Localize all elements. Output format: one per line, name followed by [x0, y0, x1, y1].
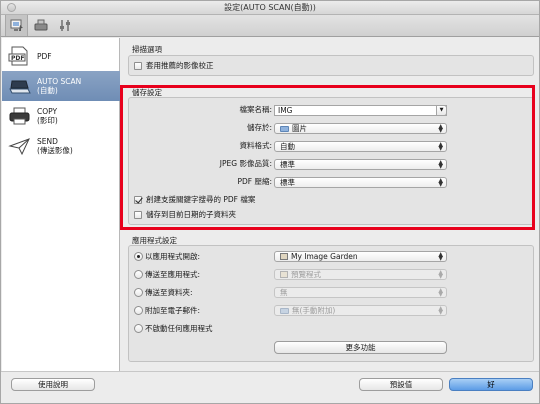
stepper-arrows-icon: ▲ ▼	[438, 251, 443, 262]
scanner-icon	[34, 19, 48, 32]
app-settings-group: 以應用程式開啟: My Image Garden ▲ ▼ 傳送至應用程式: 預覽程…	[128, 245, 534, 362]
sidebar-item-copy[interactable]: COPY (影印)	[2, 101, 120, 131]
stepper-arrows-icon: ▲ ▼	[438, 305, 443, 316]
sidebar-item-auto-scan[interactable]: AUTO SCAN (自動)	[2, 71, 120, 101]
preview-app-icon	[280, 271, 288, 278]
sidebar-item-sublabel: (自動)	[37, 86, 58, 95]
more-functions-button[interactable]: 更多功能	[274, 341, 447, 354]
scan-options-title: 掃描選項	[132, 45, 162, 54]
send-app-radio[interactable]	[134, 270, 143, 279]
send-folder-value: 無	[280, 288, 288, 297]
paper-plane-icon	[8, 136, 32, 156]
image-garden-icon	[280, 253, 288, 260]
help-button[interactable]: 使用說明	[11, 378, 95, 391]
sidebar-item-sublabel: (影印)	[37, 116, 58, 125]
computer-scan-icon	[10, 19, 24, 32]
ok-button[interactable]: 好	[449, 378, 533, 391]
svg-text:PDF: PDF	[11, 55, 24, 62]
highlight-frame	[120, 85, 535, 230]
stepper-arrows-icon: ▲ ▼	[438, 287, 443, 298]
printer-icon	[8, 106, 32, 126]
sidebar-item-send[interactable]: SEND (傳送影像)	[2, 131, 120, 161]
sliders-icon	[58, 19, 72, 32]
no-app-radio[interactable]	[134, 324, 143, 333]
tab-scan-from-operation-panel[interactable]	[29, 15, 52, 36]
open-app-select[interactable]: My Image Garden ▲ ▼	[274, 251, 447, 262]
footer-divider	[1, 371, 539, 372]
tab-scan-from-computer[interactable]	[5, 15, 28, 36]
folder-icon	[280, 308, 289, 314]
sidebar-item-pdf[interactable]: PDF PDF	[2, 41, 120, 71]
defaults-button[interactable]: 預設值	[359, 378, 443, 391]
pdf-document-icon: PDF	[8, 46, 32, 66]
title-bar: 設定(AUTO SCAN(自動))	[1, 1, 539, 15]
window-title: 設定(AUTO SCAN(自動))	[224, 3, 316, 12]
tab-general-settings[interactable]	[53, 15, 76, 36]
settings-window: 設定(AUTO SCAN(自動)) PDF PDF AUTO SCAN (自動)…	[0, 0, 540, 404]
send-folder-select[interactable]: 無 ▲ ▼	[274, 287, 447, 298]
tab-toolbar	[1, 15, 539, 37]
send-folder-label: 傳送至資料夾:	[145, 288, 193, 297]
email-select[interactable]: 無(手動附加) ▲ ▼	[274, 305, 447, 316]
sidebar-item-label: COPY	[37, 107, 58, 116]
send-folder-radio[interactable]	[134, 288, 143, 297]
close-window-button[interactable]	[7, 3, 16, 12]
no-app-label: 不啟動任何應用程式	[145, 324, 213, 333]
apply-correction-label: 套用推薦的影像校正	[146, 61, 214, 70]
sidebar: PDF PDF AUTO SCAN (自動) COPY (影印) SEND (傳…	[2, 38, 120, 371]
open-app-value: My Image Garden	[291, 252, 358, 261]
stepper-arrows-icon: ▲ ▼	[438, 269, 443, 280]
sidebar-item-label: AUTO SCAN	[37, 77, 82, 86]
open-app-label: 以應用程式開啟:	[145, 252, 201, 261]
email-radio[interactable]	[134, 306, 143, 315]
open-app-radio[interactable]	[134, 252, 143, 261]
email-label: 附加至電子郵件:	[145, 306, 201, 315]
sidebar-item-label: PDF	[37, 52, 52, 61]
email-value: 無(手動附加)	[292, 306, 336, 315]
send-app-select[interactable]: 預覽程式 ▲ ▼	[274, 269, 447, 280]
sidebar-item-label: SEND	[37, 137, 58, 146]
scan-options-group: 套用推薦的影像校正	[128, 55, 534, 76]
send-app-value: 預覽程式	[291, 270, 321, 279]
apply-correction-checkbox[interactable]	[134, 62, 142, 70]
sidebar-item-sublabel: (傳送影像)	[37, 146, 73, 155]
send-app-label: 傳送至應用程式:	[145, 270, 201, 279]
auto-scan-icon	[8, 76, 32, 96]
